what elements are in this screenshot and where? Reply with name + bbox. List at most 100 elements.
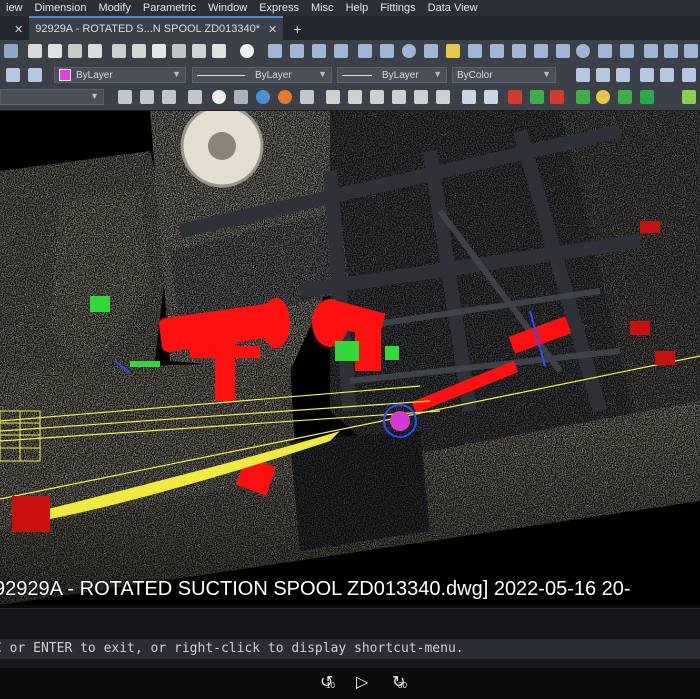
text-edit-icon[interactable]: [664, 44, 678, 58]
menu-data-view[interactable]: Data View: [422, 2, 484, 14]
design-center-icon[interactable]: [132, 44, 146, 58]
menu-view[interactable]: iew: [0, 2, 29, 14]
menu-dimension[interactable]: Dimension: [29, 2, 93, 14]
tee-icon[interactable]: [640, 90, 654, 104]
rewind-label: 10: [326, 681, 335, 690]
polar-icon[interactable]: [640, 68, 654, 82]
jogged-linear-icon[interactable]: [620, 44, 634, 58]
shaded-icon[interactable]: [300, 90, 314, 104]
snap-icon[interactable]: [576, 68, 590, 82]
visual-styles-toolbar: ▼: [0, 86, 700, 111]
view-dropdown[interactable]: ▼: [0, 89, 104, 105]
tab-active-drawing[interactable]: 92929A - ROTATED S...N SPOOL ZD013340* ✕: [29, 16, 284, 40]
baseline-icon[interactable]: [468, 44, 482, 58]
color-swatch: [59, 69, 71, 81]
continue-icon[interactable]: [490, 44, 504, 58]
point-cloud-color-icon[interactable]: [414, 90, 428, 104]
rewind-10-button[interactable]: ↺ 10: [320, 672, 335, 692]
zoom-icon[interactable]: [48, 44, 62, 58]
forward-30-button[interactable]: ↻ 30: [392, 672, 407, 692]
dimension-edit-icon[interactable]: [644, 44, 658, 58]
break-icon[interactable]: [534, 44, 548, 58]
center-mark-icon[interactable]: [576, 44, 590, 58]
point-cloud-icon[interactable]: [326, 90, 340, 104]
fitting-icon[interactable]: [484, 90, 498, 104]
pointer-icon[interactable]: [4, 44, 18, 58]
menu-bar: iew Dimension Modify Parametric Window E…: [0, 0, 700, 16]
tool-palettes-icon[interactable]: [152, 44, 166, 58]
tolerance-icon[interactable]: [556, 44, 570, 58]
close-icon[interactable]: ✕: [268, 23, 277, 36]
jogged-icon[interactable]: [380, 44, 394, 58]
pipe-icon[interactable]: [462, 90, 476, 104]
point-cloud-crop-icon[interactable]: [370, 90, 384, 104]
sheet-set-icon[interactable]: [172, 44, 186, 58]
layer-color-dropdown[interactable]: ByLayer ▼: [54, 67, 186, 83]
menu-modify[interactable]: Modify: [92, 2, 136, 14]
zoom-previous-icon[interactable]: [88, 44, 102, 58]
flange-icon[interactable]: [508, 90, 522, 104]
point-cloud-density-icon[interactable]: [392, 90, 406, 104]
model-viewport[interactable]: [0, 111, 700, 605]
menu-fittings[interactable]: Fittings: [374, 2, 421, 14]
command-prompt[interactable]: C or ENTER to exit, or right-click to di…: [0, 639, 700, 659]
reducer-icon[interactable]: [576, 90, 590, 104]
arc-length-icon[interactable]: [312, 44, 326, 58]
quick-dimension-icon[interactable]: [446, 44, 460, 58]
plot-style-value: ByColor: [457, 69, 493, 81]
new-tab-button[interactable]: +: [283, 18, 311, 40]
calculator-icon[interactable]: [212, 44, 226, 58]
delete-pipe-icon[interactable]: [550, 90, 564, 104]
arrow-right-icon[interactable]: [618, 90, 632, 104]
tab-title: 92929A - ROTATED S...N SPOOL ZD013340*: [35, 23, 260, 35]
route-icon[interactable]: [682, 90, 696, 104]
menu-parametric[interactable]: Parametric: [137, 2, 202, 14]
grid-icon[interactable]: [596, 68, 610, 82]
radius-icon[interactable]: [358, 44, 372, 58]
linetype-preview: [197, 74, 245, 76]
valve-icon[interactable]: [530, 90, 544, 104]
close-icon[interactable]: ✕: [14, 23, 23, 36]
zoom-window-icon[interactable]: [68, 44, 82, 58]
osnap-icon[interactable]: [660, 68, 674, 82]
markup-icon[interactable]: [192, 44, 206, 58]
layer-state-icon[interactable]: [28, 68, 42, 82]
lineweight-preview: [342, 74, 372, 76]
hidden-icon[interactable]: [234, 90, 248, 104]
free-orbit-icon[interactable]: [140, 90, 154, 104]
realistic-icon[interactable]: [256, 90, 270, 104]
menu-window[interactable]: Window: [202, 2, 253, 14]
linear-dimension-icon[interactable]: [268, 44, 282, 58]
standard-toolbar: [0, 40, 700, 64]
diameter-icon[interactable]: [402, 44, 416, 58]
menu-misc[interactable]: Misc: [305, 2, 340, 14]
orbit-icon[interactable]: [118, 90, 132, 104]
ordinate-icon[interactable]: [334, 44, 348, 58]
red-block: [12, 496, 50, 532]
angular-icon[interactable]: [424, 44, 438, 58]
tab-previous[interactable]: ✕: [0, 18, 29, 40]
plot-style-dropdown[interactable]: ByColor ▼: [452, 67, 556, 83]
aligned-dimension-icon[interactable]: [290, 44, 304, 58]
update-icon[interactable]: [684, 44, 698, 58]
inspection-icon[interactable]: [598, 44, 612, 58]
help-icon[interactable]: [240, 44, 254, 58]
point-cloud-attach-icon[interactable]: [348, 90, 362, 104]
play-button[interactable]: ▷: [356, 672, 368, 692]
menu-express[interactable]: Express: [253, 2, 305, 14]
properties-icon[interactable]: [112, 44, 126, 58]
point-cloud-layer-icon[interactable]: [436, 90, 450, 104]
conceptual-icon[interactable]: [278, 90, 292, 104]
view-cube-icon[interactable]: [188, 90, 202, 104]
elbow-icon[interactable]: [596, 90, 610, 104]
wireframe-icon[interactable]: [212, 90, 226, 104]
space-icon[interactable]: [512, 44, 526, 58]
lineweight-dropdown[interactable]: ByLayer ▼: [337, 67, 447, 83]
layer-properties-icon[interactable]: [6, 68, 20, 82]
menu-help[interactable]: Help: [340, 2, 375, 14]
linetype-dropdown[interactable]: ByLayer ▼: [192, 67, 332, 83]
continuous-orbit-icon[interactable]: [162, 90, 176, 104]
pan-hand-icon[interactable]: [28, 44, 42, 58]
otrack-icon[interactable]: [682, 68, 696, 82]
ortho-icon[interactable]: [616, 68, 630, 82]
